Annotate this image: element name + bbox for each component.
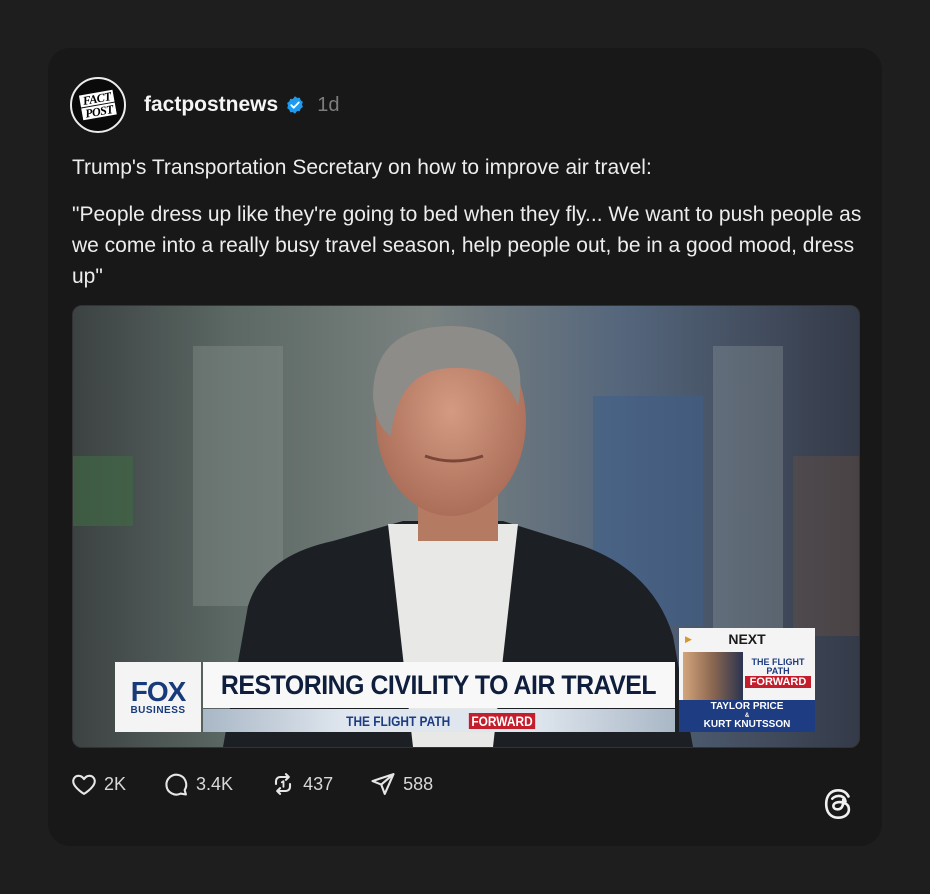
verified-badge-icon (287, 96, 304, 114)
repost-button[interactable]: 437 (269, 770, 333, 798)
headline-bar: RESTORING CIVILITY TO AIR TRAVEL (203, 662, 675, 708)
repost-icon (275, 773, 292, 795)
fox-business-logo: FOX BUSINESS (115, 662, 201, 732)
video-thumbnail[interactable]: FOX BUSINESS RESTORING CIVILITY TO AIR T… (72, 305, 860, 748)
network-sub: BUSINESS (130, 704, 186, 716)
next-show-title: THE FLIGHT PATH (751, 657, 805, 676)
post-timestamp: 1d (317, 93, 340, 116)
network-name: FOX (130, 675, 187, 707)
threads-logo-icon[interactable] (818, 784, 858, 824)
post-card[interactable]: FACT POST factpostnews 1d Trump's Transp… (48, 48, 882, 846)
next-show-suffix: FORWARD (745, 676, 811, 688)
repost-count: 437 (303, 773, 334, 794)
avatar[interactable]: FACT POST (70, 77, 126, 133)
next-guest2: KURT KNUTSSON (703, 719, 791, 730)
reply-button[interactable]: 3.4K (162, 770, 233, 798)
show-title: THE FLIGHT PATH (345, 712, 450, 729)
comment-icon (165, 773, 188, 796)
post-header: FACT POST factpostnews 1d (70, 76, 339, 134)
action-bar: 2K 3.4K 437 588 (70, 770, 469, 798)
show-title-suffix: FORWARD (468, 712, 536, 729)
show-title-bar: THE FLIGHT PATH FORWARD (203, 709, 675, 732)
reply-count: 3.4K (196, 773, 234, 794)
post-text-quote: "People dress up like they're going to b… (72, 203, 862, 288)
share-count: 588 (403, 773, 434, 794)
next-guest-names: TAYLOR PRICE & KURT KNUTSSON (679, 700, 815, 732)
heart-icon (72, 774, 96, 795)
next-label: NEXT (728, 631, 766, 647)
factpost-logo: FACT POST (78, 89, 117, 121)
lower-third-banner: FOX BUSINESS RESTORING CIVILITY TO AIR T… (115, 662, 675, 732)
up-next-box: ▶ NEXT THE FLIGHT PATH FORWARD TAYLOR PR… (679, 628, 815, 732)
share-button[interactable]: 588 (369, 770, 433, 798)
next-guest1: TAYLOR PRICE (710, 701, 784, 712)
like-count: 2K (104, 773, 127, 794)
chyron-headline: RESTORING CIVILITY TO AIR TRAVEL (221, 669, 657, 700)
like-button[interactable]: 2K (70, 770, 126, 798)
post-text-line1: Trump's Transportation Secretary on how … (72, 156, 652, 179)
send-icon (371, 773, 395, 795)
username[interactable]: factpostnews (144, 93, 278, 117)
next-guests-image (683, 652, 743, 700)
